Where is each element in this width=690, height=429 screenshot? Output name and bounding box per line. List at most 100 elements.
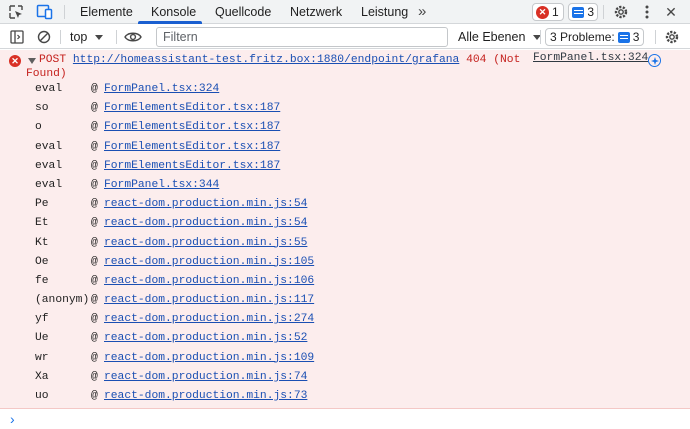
error-url-link[interactable]: http://homeassistant-test.fritz.box:1880… [73, 54, 459, 66]
sidebar-toggle-icon[interactable] [8, 25, 26, 49]
stack-frame-source-link[interactable]: react-dom.production.min.js:105 [104, 256, 314, 268]
stack-frame-at: @ [91, 217, 98, 230]
stack-frame-function: Oe [35, 255, 49, 268]
stack-frame-at: @ [91, 332, 98, 345]
error-method: POST [39, 54, 67, 66]
stack-frame-source-link[interactable]: FormElementsEditor.tsx:187 [104, 160, 280, 172]
device-toolbar-icon[interactable] [34, 0, 56, 24]
ai-explain-icon[interactable] [648, 54, 661, 67]
divider [603, 5, 604, 19]
stack-frame-at: @ [91, 390, 98, 402]
stack-frame-row: Ue @ react-dom.production.min.js:52 [0, 330, 690, 349]
stack-frame-function: Ue [35, 332, 49, 345]
stack-frame-row: eval @ FormPanel.tsx:324 [0, 81, 690, 100]
stack-frame-function: eval [35, 159, 63, 172]
stack-frame-at: @ [91, 102, 98, 115]
stack-frame-source-link[interactable]: react-dom.production.min.js:54 [104, 198, 307, 210]
error-source-link[interactable]: FormPanel.tsx:324 [533, 52, 648, 64]
stack-frame-at: @ [91, 178, 98, 191]
stack-frame-source-link[interactable]: react-dom.production.min.js:54 [104, 217, 307, 229]
stack-frame-at: @ [91, 294, 98, 307]
stack-frame-function: o [35, 121, 42, 134]
tab-leistung[interactable]: Leistung [361, 0, 408, 24]
stack-frame-function: eval [35, 178, 63, 191]
divider [116, 30, 117, 44]
stack-frame-at: @ [91, 121, 98, 134]
divider [655, 30, 656, 44]
divider [540, 30, 541, 44]
stack-frame-row: yf @ react-dom.production.min.js:274 [0, 311, 690, 330]
stack-frame-row: Xa @ react-dom.production.min.js:74 [0, 369, 690, 388]
context-select[interactable]: top [66, 28, 104, 46]
error-icon: ✕ [536, 5, 549, 19]
stack-frame-function: eval [35, 140, 63, 153]
message-icon [572, 6, 585, 18]
stack-frame-source-link[interactable]: FormElementsEditor.tsx:187 [104, 102, 280, 114]
console-prompt-icon[interactable]: › [10, 411, 30, 427]
stack-frame-function: uo [35, 390, 49, 402]
stack-frame-source-link[interactable]: react-dom.production.min.js:274 [104, 313, 314, 325]
stack-frame-at: @ [91, 370, 98, 383]
tab-netzwerk[interactable]: Netzwerk [290, 0, 342, 24]
devtools-tabbar: Elemente Konsole Quellcode Netzwerk Leis… [0, 0, 690, 24]
stack-frame-source-link[interactable]: react-dom.production.min.js:106 [104, 275, 314, 287]
stack-frame-row: wr @ react-dom.production.min.js:109 [0, 350, 690, 369]
filter-input[interactable] [156, 27, 448, 47]
stack-frame-function: wr [35, 351, 49, 364]
stack-frame-at: @ [91, 83, 98, 95]
stack-frame-row: fe @ react-dom.production.min.js:106 [0, 273, 690, 292]
stack-frame-function: Kt [35, 236, 49, 249]
close-icon[interactable]: ✕ [661, 0, 681, 24]
console-toolbar: top Alle Ebenen 3 Probleme: 3 [0, 25, 690, 49]
log-levels-select[interactable]: Alle Ebenen [458, 28, 542, 46]
tab-elemente[interactable]: Elemente [80, 0, 133, 24]
settings-gear-icon[interactable] [611, 0, 631, 24]
messages-count: 3 [587, 5, 594, 19]
expand-triangle-icon[interactable] [28, 58, 36, 64]
stack-frame-source-link[interactable]: FormPanel.tsx:324 [104, 83, 219, 95]
stack-frame-at: @ [91, 351, 98, 364]
messages-badge[interactable]: 3 [568, 3, 598, 21]
divider [60, 30, 61, 44]
issues-label: 3 Probleme: [550, 30, 615, 44]
kebab-menu-icon[interactable] [637, 0, 657, 24]
error-line: POST http://homeassistant-test.fritz.box… [39, 54, 520, 66]
stack-frame-source-link[interactable]: FormPanel.tsx:344 [104, 179, 219, 191]
stack-frame-source-link[interactable]: react-dom.production.min.js:55 [104, 237, 307, 249]
error-status: 404 (Not [466, 54, 521, 66]
console-settings-gear-icon[interactable] [662, 25, 682, 49]
stack-frame-source-link[interactable]: FormElementsEditor.tsx:187 [104, 121, 280, 133]
stack-frame-source-link[interactable]: react-dom.production.min.js:109 [104, 352, 314, 364]
stack-frame-source-link[interactable]: react-dom.production.min.js:117 [104, 294, 314, 306]
stack-frame-row: eval @ FormPanel.tsx:344 [0, 177, 690, 196]
stack-frame-row: Kt @ react-dom.production.min.js:55 [0, 235, 690, 254]
error-status-continued: Found) [26, 68, 67, 80]
tab-quellcode[interactable]: Quellcode [215, 0, 271, 24]
stack-frame-at: @ [91, 198, 98, 211]
errors-badge[interactable]: ✕ 1 [532, 3, 564, 21]
stack-frame-function: eval [35, 83, 63, 95]
active-tab-indicator [138, 21, 202, 24]
stack-frame-source-link[interactable]: FormElementsEditor.tsx:187 [104, 141, 280, 153]
live-expression-eye-icon[interactable] [122, 25, 144, 49]
errors-count: 1 [552, 5, 559, 19]
stack-frame-row: Et @ react-dom.production.min.js:54 [0, 215, 690, 234]
more-tabs-button[interactable]: » [418, 0, 426, 24]
chevron-down-icon [95, 35, 104, 41]
stack-frame-source-link[interactable]: react-dom.production.min.js:52 [104, 332, 307, 344]
stack-frame-row: Oe @ react-dom.production.min.js:105 [0, 254, 690, 273]
stack-frame-at: @ [91, 313, 98, 326]
stack-frame-function: Pe [35, 198, 49, 211]
stack-frame-function: yf [35, 313, 49, 326]
stack-frame-at: @ [91, 255, 98, 268]
inspect-element-icon[interactable] [6, 0, 26, 24]
context-value: top [70, 30, 88, 44]
stack-frame-function: so [35, 102, 49, 115]
message-icon [617, 31, 630, 43]
stack-frame-source-link[interactable]: react-dom.production.min.js:74 [104, 371, 307, 383]
issues-button[interactable]: 3 Probleme: 3 [545, 28, 645, 46]
stack-frame-source-link[interactable]: react-dom.production.min.js:73 [104, 390, 307, 402]
issues-count: 3 [632, 30, 640, 44]
stack-frame-at: @ [91, 274, 98, 287]
clear-console-icon[interactable] [34, 25, 54, 49]
